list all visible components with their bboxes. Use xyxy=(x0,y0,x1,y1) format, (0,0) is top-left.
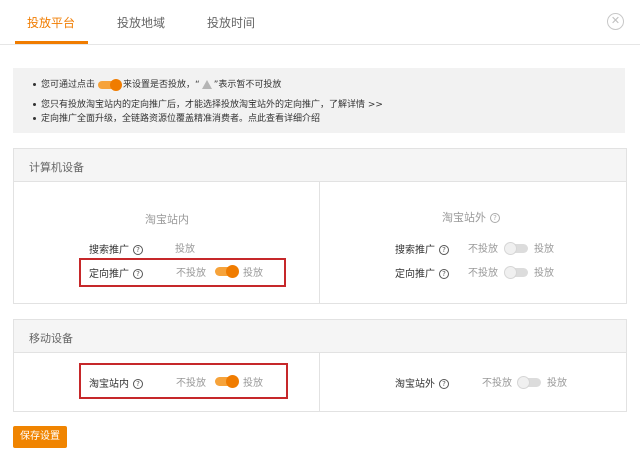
tab-platform[interactable]: 投放平台 xyxy=(27,14,75,31)
tab-time[interactable]: 投放时间 xyxy=(207,14,255,31)
row-label-search: 搜索推广? xyxy=(395,241,449,256)
off-label: 不投放 xyxy=(468,268,498,279)
toggle-knob xyxy=(504,266,517,279)
notice-line-2[interactable]: 您只有投放淘宝站内的定向推广后，才能选择投放淘宝站外的定向推广，了解详情 >> xyxy=(33,97,383,110)
panel-title: 计算机设备 xyxy=(29,161,84,174)
bullet-icon xyxy=(33,83,36,86)
toggle-knob xyxy=(517,376,530,389)
active-tab-indicator xyxy=(15,41,88,44)
bullet-icon xyxy=(33,103,36,106)
warning-icon xyxy=(201,80,212,89)
on-label: 投放 xyxy=(547,378,567,389)
on-label: 投放 xyxy=(534,244,554,255)
toggle-knob xyxy=(504,242,517,255)
row-label-text: 搜索推广 xyxy=(89,245,129,256)
mobile-outside-toggle[interactable] xyxy=(517,376,541,389)
notice-box: 您可通过点击 来设置是否投放，“ ”表示暂不可投放 您只有投放淘宝站内的定向推广后，… xyxy=(13,68,625,133)
notice-line-3[interactable]: 定向推广全面升级，全链路资源位覆盖精准消费者。点此查看详细介绍 xyxy=(33,111,320,124)
tab-region[interactable]: 投放地域 xyxy=(117,14,165,31)
close-icon[interactable]: ✕ xyxy=(607,13,624,30)
help-icon[interactable]: ? xyxy=(439,379,449,389)
learn-more-link[interactable]: 您只有投放淘宝站内的定向推广后，才能选择投放淘宝站外的定向推广，了解详情 >> xyxy=(41,100,383,110)
panel-header: 移动设备 xyxy=(14,320,626,353)
panel-header: 计算机设备 xyxy=(14,149,626,182)
notice-text: 来设置是否投放，“ xyxy=(123,80,200,90)
mobile-panel: 移动设备 淘宝站内? 不投放 投放 淘宝站外? 不投放 投放 xyxy=(13,319,627,412)
status-text: 投放 xyxy=(175,244,195,255)
row-label-text: 淘宝站外 xyxy=(395,379,435,390)
panel-title: 移动设备 xyxy=(29,332,73,345)
notice-line-1: 您可通过点击 来设置是否投放，“ ”表示暂不可投放 xyxy=(33,77,282,91)
highlight-box xyxy=(79,258,286,287)
row-label-search: 搜索推广? xyxy=(89,241,143,256)
help-icon[interactable]: ? xyxy=(490,213,500,223)
details-link[interactable]: 定向推广全面升级，全链路资源位覆盖精准消费者。点此查看详细介绍 xyxy=(41,114,320,124)
column-divider xyxy=(319,182,320,303)
column-title-outside: 淘宝站外? xyxy=(442,209,500,225)
bullet-icon xyxy=(33,117,36,120)
help-icon[interactable]: ? xyxy=(133,245,143,255)
tab-bar: 投放平台 投放地域 投放时间 ✕ xyxy=(0,0,640,45)
row-label-targeted: 定向推广? xyxy=(395,265,449,280)
column-divider xyxy=(319,353,320,411)
off-label: 不投放 xyxy=(482,378,512,389)
computer-panel: 计算机设备 淘宝站内 淘宝站外? 搜索推广? 投放 定向推广? 不投放 投放 搜… xyxy=(13,148,627,304)
targeted-outside-toggle[interactable] xyxy=(504,266,528,279)
search-outside-toggle[interactable] xyxy=(504,242,528,255)
toggle-icon xyxy=(98,78,123,91)
highlight-box xyxy=(79,363,288,399)
save-button[interactable]: 保存设置 xyxy=(13,426,67,448)
row-label-text: 搜索推广 xyxy=(395,245,435,256)
help-icon[interactable]: ? xyxy=(439,269,449,279)
column-title-text: 淘宝站外 xyxy=(442,211,486,224)
row-label-text: 定向推广 xyxy=(395,269,435,280)
on-label: 投放 xyxy=(534,268,554,279)
column-title-inside: 淘宝站内 xyxy=(145,213,189,226)
off-label: 不投放 xyxy=(468,244,498,255)
row-label-outside: 淘宝站外? xyxy=(395,375,449,390)
notice-text: 您可通过点击 xyxy=(41,80,96,90)
notice-text: ”表示暂不可投放 xyxy=(213,80,282,90)
help-icon[interactable]: ? xyxy=(439,245,449,255)
